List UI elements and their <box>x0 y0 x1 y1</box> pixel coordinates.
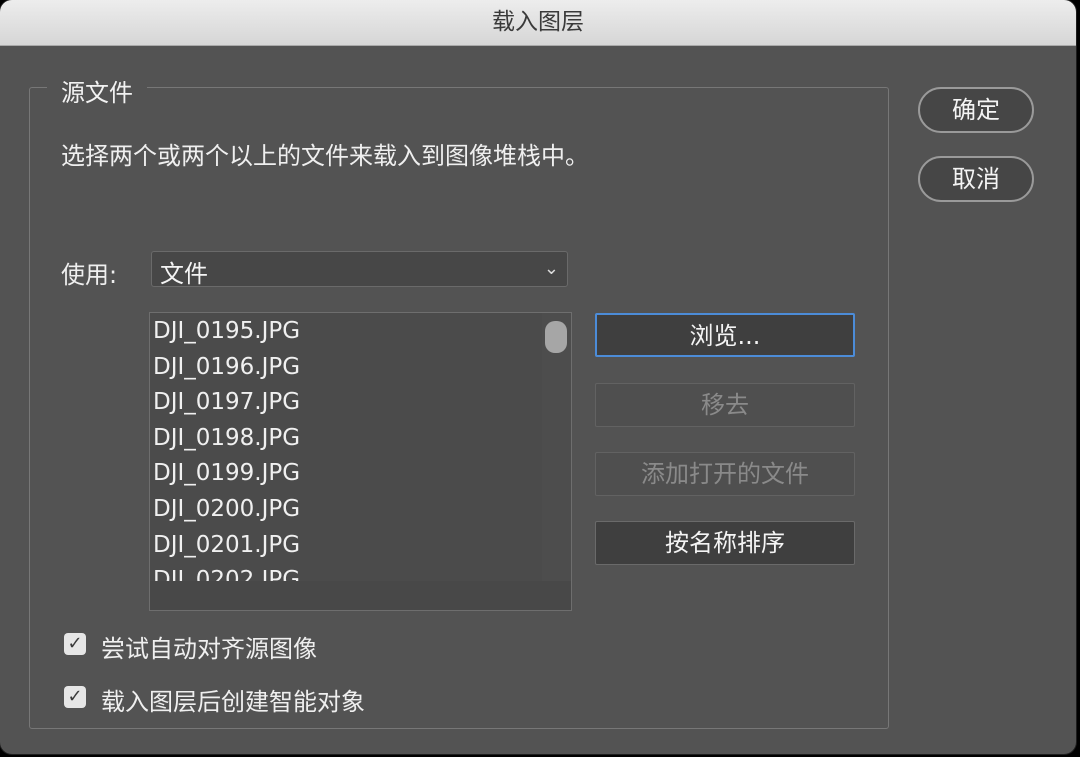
source-files-legend: 源文件 <box>47 75 147 111</box>
list-item[interactable]: DJI_0195.JPG <box>150 313 542 349</box>
remove-button[interactable]: 移去 <box>595 383 855 427</box>
use-select[interactable]: 文件 ⌄ <box>151 251 568 288</box>
smart-object-label[interactable]: 载入图层后创建智能对象 <box>101 682 365 717</box>
ok-button[interactable]: 确定 <box>918 87 1034 133</box>
auto-align-checkbox[interactable]: ✓ <box>64 633 86 655</box>
auto-align-label[interactable]: 尝试自动对齐源图像 <box>101 629 317 664</box>
file-list-scroll-thumb[interactable] <box>545 321 567 353</box>
dialog-title: 载入图层 <box>0 0 1076 46</box>
chevron-down-icon: ⌄ <box>543 258 559 279</box>
sort-by-name-button[interactable]: 按名称排序 <box>595 521 855 565</box>
list-item[interactable]: DJI_0199.JPG <box>150 455 542 491</box>
add-open-files-button[interactable]: 添加打开的文件 <box>595 452 855 496</box>
load-layers-dialog: 载入图层 源文件 选择两个或两个以上的文件来载入到图像堆栈中。 使用: 文件 ⌄… <box>0 0 1076 754</box>
list-item[interactable]: DJI_0197.JPG <box>150 384 542 420</box>
list-item[interactable]: DJI_0196.JPG <box>150 349 542 385</box>
cancel-button[interactable]: 取消 <box>918 156 1034 202</box>
use-label: 使用: <box>61 261 118 289</box>
file-list-scrollbar[interactable] <box>542 313 571 581</box>
browse-button[interactable]: 浏览... <box>595 313 855 357</box>
file-list-items: DJI_0195.JPG DJI_0196.JPG DJI_0197.JPG D… <box>150 313 542 581</box>
file-list[interactable]: DJI_0195.JPG DJI_0196.JPG DJI_0197.JPG D… <box>149 312 572 611</box>
smart-object-checkbox[interactable]: ✓ <box>64 686 86 708</box>
list-item[interactable]: DJI_0198.JPG <box>150 420 542 456</box>
source-description: 选择两个或两个以上的文件来载入到图像堆栈中。 <box>61 142 589 170</box>
list-item[interactable]: DJI_0201.JPG <box>150 527 542 563</box>
list-item[interactable]: DJI_0200.JPG <box>150 491 542 527</box>
use-select-value: 文件 <box>160 260 208 288</box>
list-item[interactable]: DJI_0202.JPG <box>150 562 542 581</box>
